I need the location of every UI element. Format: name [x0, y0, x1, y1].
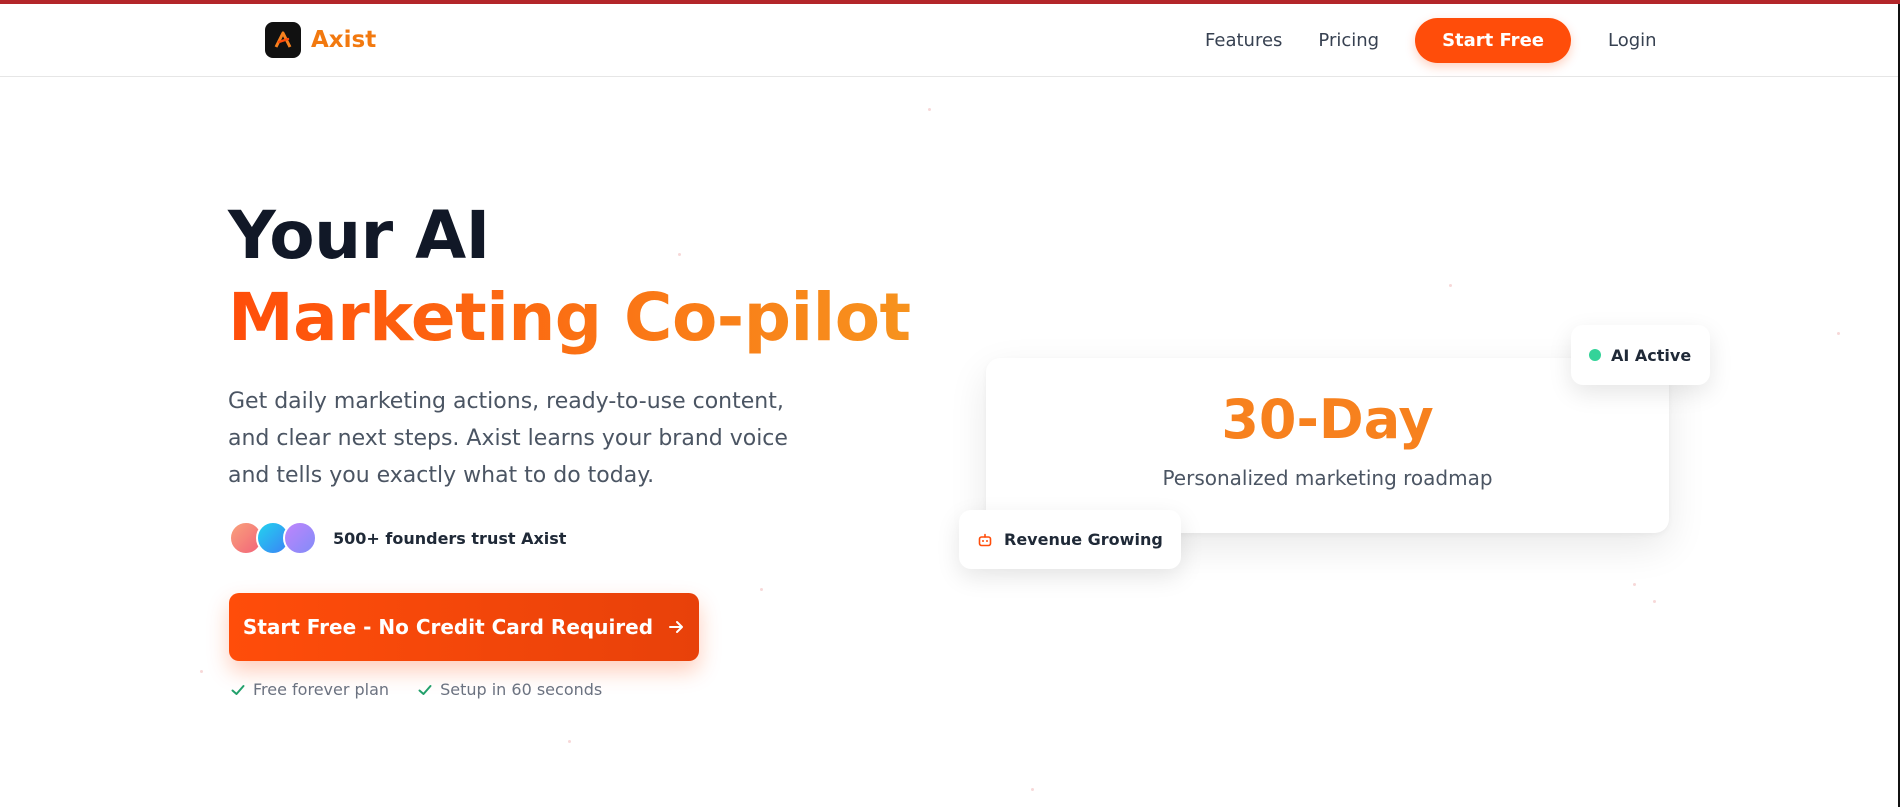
avatar-stack — [229, 521, 317, 555]
hero-title-line1: Your AI — [228, 197, 490, 274]
decor-speck — [200, 670, 203, 673]
decor-speck — [1633, 583, 1636, 586]
revenue-growing-label: Revenue Growing — [1004, 530, 1163, 549]
decor-speck — [760, 588, 763, 591]
status-dot-icon — [1589, 349, 1601, 361]
axist-logo-icon — [265, 22, 301, 58]
main-nav: Features Pricing Start Free Login — [1205, 18, 1657, 63]
decor-speck — [1653, 600, 1656, 603]
perk-item: Free forever plan — [230, 680, 389, 699]
hero-title-line2: Marketing Co-pilot — [228, 277, 911, 359]
perk-label: Setup in 60 seconds — [440, 680, 603, 699]
check-icon — [417, 682, 433, 698]
start-free-button[interactable]: Start Free — [1415, 18, 1571, 63]
perk-item: Setup in 60 seconds — [417, 680, 602, 699]
arrow-right-icon — [667, 618, 685, 636]
decor-speck — [1031, 788, 1034, 791]
cta-label: Start Free - No Credit Card Required — [242, 615, 654, 639]
revenue-growing-badge: Revenue Growing — [959, 510, 1181, 569]
brand-name: Axist — [311, 27, 377, 53]
ai-active-label: AI Active — [1611, 345, 1692, 365]
check-icon — [230, 682, 246, 698]
hero-subtitle: Get daily marketing actions, ready-to-us… — [228, 389, 788, 488]
stat-label: Personalized marketing roadmap — [1162, 466, 1493, 490]
avatar — [283, 521, 317, 555]
social-proof: 500+ founders trust Axist — [229, 521, 566, 555]
perks-list: Free forever plan Setup in 60 seconds — [230, 680, 630, 699]
brand-logo[interactable]: Axist — [265, 22, 376, 58]
roadmap-stat-card: 30-Day Personalized marketing roadmap — [986, 358, 1669, 533]
login-link[interactable]: Login — [1608, 30, 1657, 51]
perk-label: Free forever plan — [253, 680, 390, 699]
decor-speck — [568, 740, 571, 743]
robot-icon — [977, 532, 993, 548]
decor-speck — [1449, 284, 1452, 287]
top-nav-bar: Axist Features Pricing Start Free Login — [0, 4, 1898, 77]
decor-speck — [1837, 332, 1840, 335]
nav-link-pricing[interactable]: Pricing — [1318, 30, 1379, 51]
start-free-cta-button[interactable]: Start Free - No Credit Card Required — [229, 593, 699, 661]
decor-speck — [928, 108, 931, 111]
trust-text: 500+ founders trust Axist — [333, 528, 567, 548]
stat-value: 30-Day — [1221, 388, 1434, 451]
hero-title: Your AI Marketing Co-pilot — [228, 195, 911, 359]
nav-link-features[interactable]: Features — [1205, 30, 1282, 51]
ai-active-badge: AI Active — [1571, 325, 1711, 385]
